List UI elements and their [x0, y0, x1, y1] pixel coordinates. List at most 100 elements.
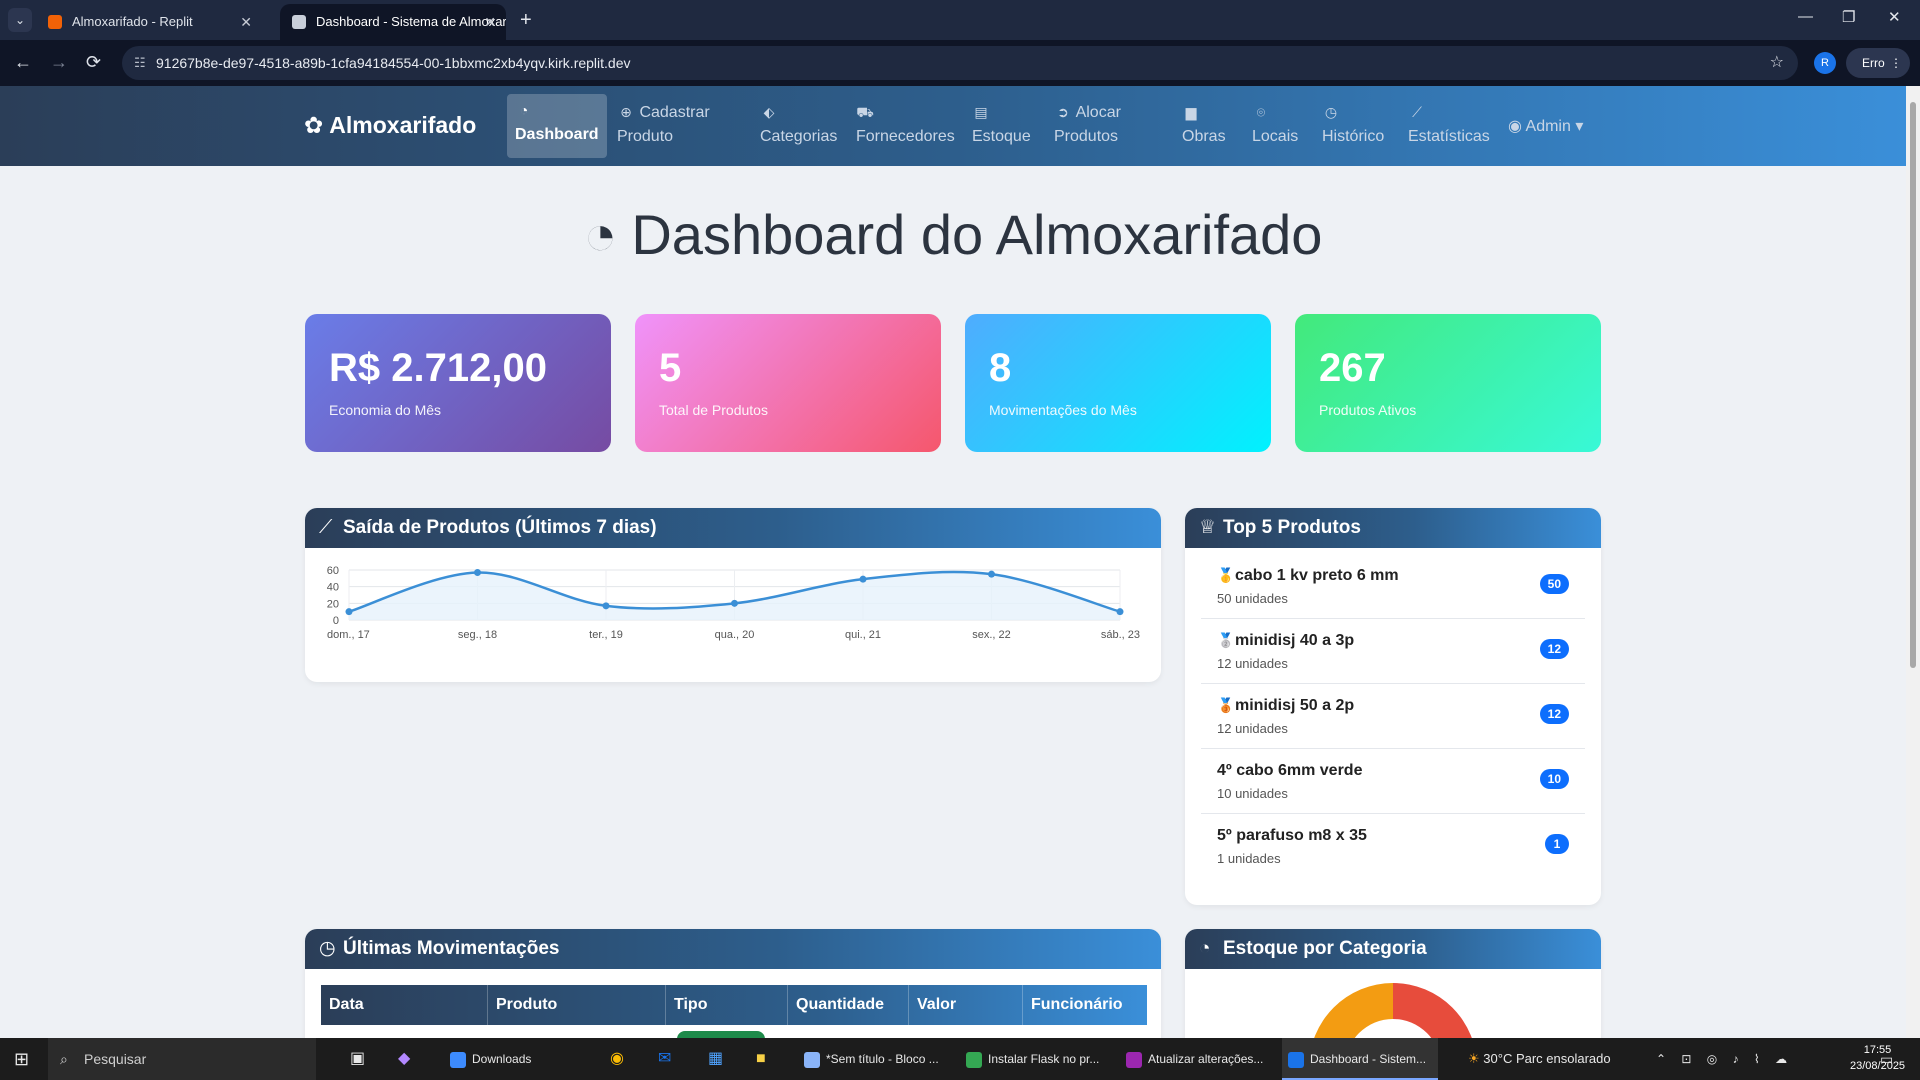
- taskbar-app-notepad[interactable]: *Sem título - Bloco ...: [800, 1038, 950, 1080]
- address-bar-row: ← → ⟳ ☷ 91267b8e-de97-4518-a89b-1cfa9418…: [0, 40, 1920, 86]
- y-tick-label: 60: [327, 565, 339, 577]
- column-header-valor[interactable]: Valor: [909, 985, 1023, 1025]
- nav-estoque[interactable]: ▤ Estoque: [964, 96, 1039, 153]
- admin-dropdown[interactable]: ◉ Admin ▾: [1508, 116, 1583, 136]
- arrow-circle-icon: ➲: [1057, 104, 1069, 120]
- stat-card-produtos-ativos: 267 Produtos Ativos: [1295, 314, 1601, 452]
- taskbar-app-label: Downloads: [472, 1052, 532, 1066]
- clock-icon: ◷: [1324, 104, 1338, 120]
- nav-estatisticas[interactable]: ⟋ Estatísticas: [1400, 96, 1498, 153]
- scrollbar-thumb[interactable]: [1910, 102, 1916, 668]
- new-tab-button[interactable]: +: [520, 8, 532, 32]
- card-header: ⟋ Saída de Produtos (Últimos 7 dias): [305, 508, 1161, 548]
- column-header-produto[interactable]: Produto: [488, 985, 666, 1025]
- stat-label: Produtos Ativos: [1319, 402, 1417, 418]
- minimize-icon[interactable]: —: [1798, 8, 1813, 25]
- chrome-icon[interactable]: ◉: [610, 1038, 624, 1080]
- taskbar-app-dashboard[interactable]: Dashboard - Sistem...: [1282, 1038, 1438, 1080]
- taskbar-app-atualizar[interactable]: Atualizar alterações...: [1122, 1038, 1272, 1080]
- restore-icon[interactable]: ❐: [1842, 8, 1855, 26]
- tag-icon: ⬖: [763, 104, 775, 120]
- count-badge: 12: [1539, 639, 1569, 659]
- taskbar-app-flask[interactable]: Instalar Flask no pr...: [962, 1038, 1112, 1080]
- notification-icon[interactable]: ▭: [1880, 1038, 1893, 1080]
- close-window-icon[interactable]: ✕: [1888, 8, 1901, 26]
- taskbar-app-label: Dashboard - Sistem...: [1310, 1052, 1427, 1066]
- nav-locais[interactable]: ⌾ Locais: [1244, 96, 1306, 153]
- taskbar-search-input[interactable]: ⌕ Pesquisar: [48, 1038, 316, 1080]
- url-field[interactable]: ☷ 91267b8e-de97-4518-a89b-1cfa94184554-0…: [122, 46, 1798, 80]
- tab-close-icon[interactable]: ✕: [484, 4, 496, 40]
- card-title: Estoque por Categoria: [1223, 938, 1427, 959]
- brand-text: Almoxarifado: [329, 112, 477, 138]
- nav-label: Estoque: [972, 128, 1031, 145]
- stat-card-total-produtos: 5 Total de Produtos: [635, 314, 941, 452]
- browser-tab-dashboard[interactable]: Dashboard - Sistema de Almoxarifado ✕: [280, 4, 506, 40]
- gauge-icon: ◔: [519, 102, 529, 118]
- top5-produtos-card: ♕ Top 5 Produtos 🥇cabo 1 kv preto 6 mm 50…: [1185, 508, 1601, 905]
- y-tick-label: 40: [327, 582, 339, 594]
- site-info-icon[interactable]: ☷: [134, 46, 146, 80]
- ultimas-movimentacoes-card: ◷ Últimas Movimentações Data Produto Tipo…: [305, 929, 1161, 1038]
- weather-widget[interactable]: ☀ 30°C Parc ensolarado: [1468, 1038, 1611, 1080]
- list-item: 🥇cabo 1 kv preto 6 mm 50 unidades 50: [1201, 554, 1585, 619]
- nav-obras[interactable]: ▆ Obras: [1174, 96, 1234, 153]
- error-button[interactable]: Erro ⋮: [1846, 48, 1910, 78]
- profile-avatar[interactable]: R: [1814, 52, 1836, 74]
- product-quantity: 12 unidades: [1217, 656, 1288, 671]
- trophy-icon: ♕: [1199, 517, 1217, 538]
- page-scrollbar[interactable]: [1906, 86, 1920, 1038]
- bookmark-star-icon[interactable]: ☆: [1770, 46, 1784, 80]
- nav-label: Dashboard: [515, 126, 599, 143]
- tab-close-icon[interactable]: ✕: [240, 4, 252, 40]
- replit-favicon: [48, 15, 62, 29]
- plus-circle-icon: ⊕: [620, 104, 632, 120]
- nav-label: Locais: [1252, 128, 1299, 145]
- nav-alocar-produtos[interactable]: ➲ Alocar Produtos: [1046, 96, 1129, 153]
- taskbar-app-downloads[interactable]: Downloads: [448, 1038, 578, 1080]
- nav-label: Estatísticas: [1408, 128, 1490, 145]
- copilot-icon[interactable]: ◆: [398, 1038, 410, 1080]
- reload-icon[interactable]: ⟳: [86, 52, 101, 72]
- movimentacoes-table-header: Data Produto Tipo Quantidade Valor Funci…: [321, 985, 1147, 1025]
- outlook-icon[interactable]: ✉: [658, 1038, 671, 1080]
- stat-card-movimentacoes: 8 Movimentações do Mês: [965, 314, 1271, 452]
- forward-icon[interactable]: →: [50, 52, 68, 72]
- x-tick-label: ter., 19: [589, 629, 623, 641]
- sticky-notes-icon[interactable]: ■: [756, 1038, 766, 1080]
- windows-start-icon[interactable]: ⊞: [14, 1038, 29, 1080]
- data-point: [602, 602, 610, 610]
- nav-categorias[interactable]: ⬖ Categorias: [752, 96, 845, 153]
- line-chart-icon: ⟋: [1412, 104, 1422, 120]
- nav-historico[interactable]: ◷ Histórico: [1314, 96, 1392, 153]
- browser-tab-strip: ⌄ Almoxarifado - Replit ✕ Dashboard - Si…: [0, 0, 1920, 40]
- task-view-icon[interactable]: ▣: [350, 1038, 365, 1080]
- stat-value: 8: [989, 346, 1012, 390]
- nav-cadastrar-produto[interactable]: ⊕ Cadastrar Produto: [609, 96, 718, 153]
- taskbar-clock[interactable]: 17:55 23/08/2025: [1850, 1042, 1905, 1074]
- explorer-icon[interactable]: ▦: [708, 1038, 723, 1080]
- menu-dots-icon[interactable]: ⋮: [1890, 48, 1902, 78]
- boxes-icon: ✿: [304, 112, 324, 138]
- brand-link[interactable]: ✿ Almoxarifado: [304, 112, 476, 139]
- system-tray-icons[interactable]: ⌃ ⊡ ◎ ♪ ⌇ ☁: [1656, 1038, 1793, 1080]
- tab-search-button[interactable]: ⌄: [8, 8, 32, 32]
- column-header-quantidade[interactable]: Quantidade: [788, 985, 909, 1025]
- bronze-medal-icon: 🥉: [1217, 697, 1235, 713]
- nav-label: Alocar: [1075, 104, 1121, 121]
- data-point: [859, 575, 867, 583]
- list-item: 🥉minidisj 50 a 2p 12 unidades 12: [1201, 684, 1585, 749]
- nav-label: Histórico: [1322, 128, 1385, 145]
- estoque-categoria-card: ◔ Estoque por Categoria: [1185, 929, 1601, 1038]
- nav-dashboard[interactable]: ◔ Dashboard: [507, 94, 607, 158]
- column-header-data[interactable]: Data: [321, 985, 488, 1025]
- nav-fornecedores[interactable]: ⛟ Fornecedores: [848, 96, 963, 153]
- count-badge: 12: [1539, 704, 1569, 724]
- column-header-tipo[interactable]: Tipo: [666, 985, 788, 1025]
- back-icon[interactable]: ←: [14, 52, 32, 72]
- main-navbar: ✿ Almoxarifado ◔ Dashboard ⊕ Cadastrar Pr…: [0, 86, 1906, 166]
- url-text: 91267b8e-de97-4518-a89b-1cfa94184554-00-…: [156, 55, 631, 71]
- column-header-funcionario[interactable]: Funcionário: [1023, 985, 1147, 1025]
- chrome-profile-icon: [966, 1051, 982, 1068]
- browser-tab-replit[interactable]: Almoxarifado - Replit ✕: [36, 4, 262, 40]
